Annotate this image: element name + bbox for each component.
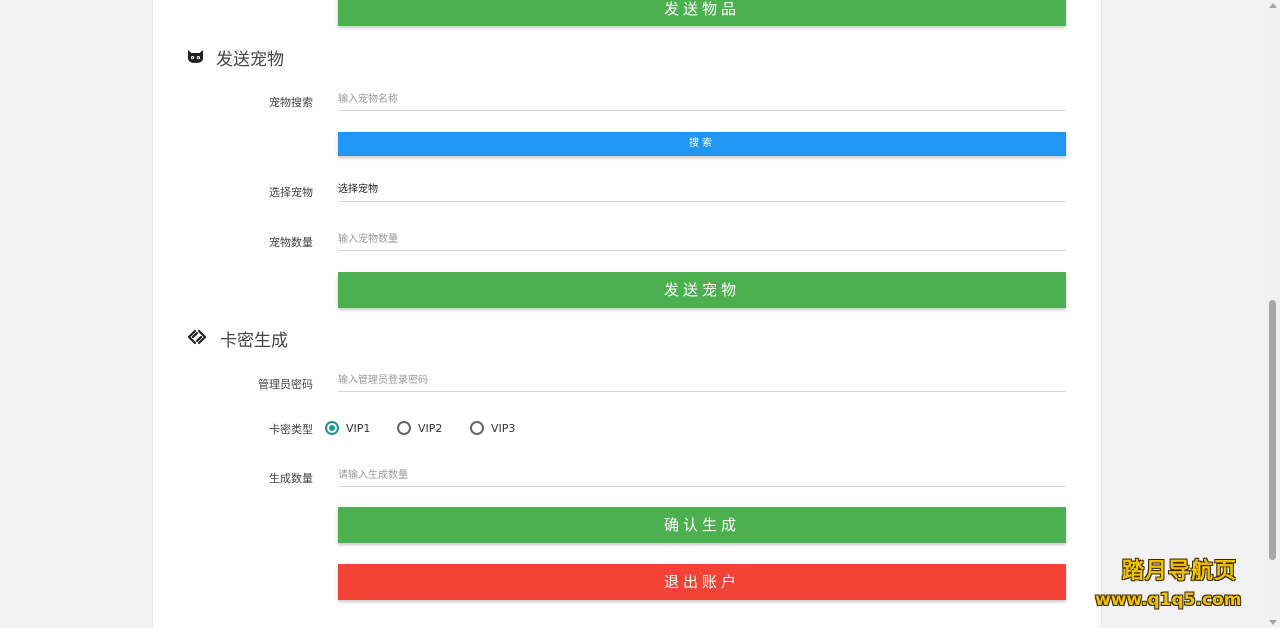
- watermark: 踏月导航页 www.q1q5.com: [1090, 553, 1265, 615]
- page-scrollbar[interactable]: [1266, 0, 1280, 628]
- select-pet-dropdown[interactable]: 选择宠物: [338, 179, 1066, 202]
- radio-vip3[interactable]: VIP3: [470, 418, 515, 438]
- select-pet-label: 选择宠物: [269, 186, 313, 199]
- scroll-down-icon[interactable]: [1269, 620, 1277, 625]
- pet-search-label: 宠物搜索: [269, 96, 313, 109]
- radio-circle-checked[interactable]: [325, 421, 339, 435]
- radio-vip1[interactable]: VIP1: [325, 418, 370, 438]
- link-icon: [187, 329, 207, 345]
- pet-quantity-label: 宠物数量: [269, 236, 313, 249]
- logout-button[interactable]: 退出账户: [338, 564, 1066, 600]
- section-title-send-pet: 发送宠物: [216, 50, 284, 70]
- send-pet-button[interactable]: 发送宠物: [338, 272, 1066, 308]
- pet-quantity-input[interactable]: [338, 228, 1066, 251]
- card-type-label: 卡密类型: [269, 423, 313, 436]
- admin-password-label: 管理员密码: [258, 378, 313, 391]
- radio-label: VIP1: [346, 421, 371, 435]
- cat-icon: [188, 50, 203, 63]
- watermark-url: www.q1q5.com: [1095, 590, 1242, 610]
- scroll-up-icon[interactable]: [1269, 3, 1277, 8]
- admin-password-input[interactable]: [338, 369, 1066, 392]
- scroll-thumb[interactable]: [1269, 300, 1276, 560]
- section-title-card-gen: 卡密生成: [220, 331, 288, 351]
- radio-circle[interactable]: [470, 421, 484, 435]
- radio-vip2[interactable]: VIP2: [397, 418, 442, 438]
- generate-count-label: 生成数量: [269, 472, 313, 485]
- radio-label: VIP3: [491, 421, 516, 435]
- send-item-button[interactable]: 发送物品: [338, 0, 1066, 26]
- radio-circle[interactable]: [397, 421, 411, 435]
- generate-count-input[interactable]: [338, 464, 1066, 487]
- pet-search-input[interactable]: [338, 88, 1066, 111]
- pet-search-button[interactable]: 搜索: [338, 132, 1066, 156]
- radio-label: VIP2: [418, 421, 443, 435]
- confirm-generate-button[interactable]: 确认生成: [338, 507, 1066, 543]
- watermark-title: 踏月导航页: [1122, 559, 1238, 584]
